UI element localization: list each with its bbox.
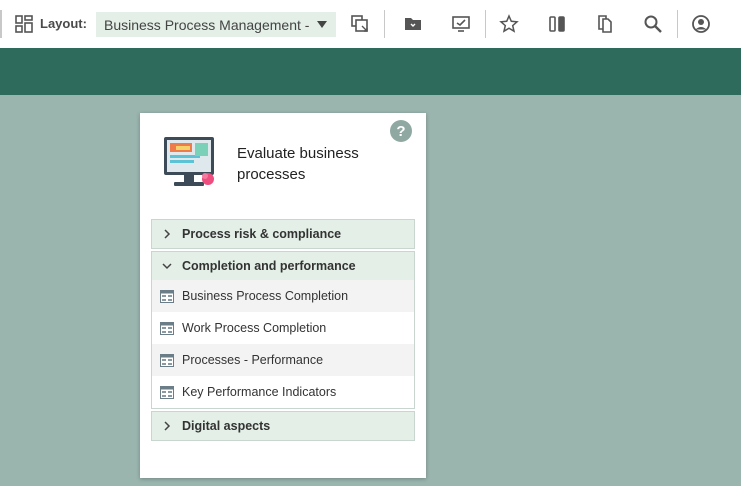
top-toolbar: Layout: Business Process Management - I.… <box>0 0 741 48</box>
list-item-label: Work Process Completion <box>182 321 327 335</box>
documents-icon[interactable] <box>595 14 615 34</box>
header-banner <box>0 48 741 95</box>
star-icon[interactable] <box>499 14 519 34</box>
copy-windows-icon[interactable] <box>350 14 370 34</box>
section-header-process-risk[interactable]: Process risk & compliance <box>152 220 414 248</box>
report-table-icon <box>152 385 182 399</box>
section-label: Process risk & compliance <box>182 227 342 241</box>
help-icon[interactable]: ? <box>390 120 412 142</box>
layout-dropdown[interactable]: Business Process Management - I... <box>96 12 336 37</box>
list-item-label: Processes - Performance <box>182 353 324 367</box>
section-process-risk: Process risk & compliance <box>151 219 415 249</box>
list-item-label: Key Performance Indicators <box>182 385 337 399</box>
section-header-digital-aspects[interactable]: Digital aspects <box>152 412 414 440</box>
search-icon[interactable] <box>643 14 663 34</box>
list-item-processes-performance[interactable]: Processes - Performance <box>152 344 414 376</box>
section-digital-aspects: Digital aspects <box>151 411 415 441</box>
layout-label: Layout: <box>40 16 87 31</box>
list-item-key-performance-indicators[interactable]: Key Performance Indicators <box>152 376 414 408</box>
toolbar-divider <box>677 10 678 38</box>
toolbar-edge-divider <box>0 10 2 38</box>
list-item-work-process-completion[interactable]: Work Process Completion <box>152 312 414 344</box>
columns-icon[interactable] <box>547 14 567 34</box>
list-item-business-process-completion[interactable]: Business Process Completion <box>152 280 414 312</box>
section-label: Digital aspects <box>182 419 271 433</box>
computer-illustration-icon <box>164 137 214 186</box>
chevron-down-icon <box>152 261 182 271</box>
section-header-completion-performance[interactable]: Completion and performance <box>152 252 414 280</box>
folder-icon[interactable] <box>403 14 423 34</box>
section-label: Completion and performance <box>182 259 356 273</box>
evaluate-processes-card: ? Evaluate business processes Process ri… <box>140 113 426 478</box>
report-table-icon <box>152 289 182 303</box>
chevron-right-icon <box>152 229 182 239</box>
section-completion-performance: Completion and performance Business Proc… <box>151 251 415 409</box>
toolbar-divider <box>485 10 486 38</box>
report-table-icon <box>152 353 182 367</box>
toolbar-divider <box>384 10 385 38</box>
card-title: Evaluate business processes <box>237 145 359 183</box>
layout-grid-icon[interactable] <box>15 15 33 33</box>
chevron-right-icon <box>152 421 182 431</box>
user-account-icon[interactable] <box>691 14 711 34</box>
presentation-icon[interactable] <box>451 14 471 34</box>
caret-down-icon <box>317 21 327 28</box>
layout-dropdown-value: Business Process Management - I... <box>104 16 310 33</box>
report-table-icon <box>152 321 182 335</box>
list-item-label: Business Process Completion <box>182 289 349 303</box>
